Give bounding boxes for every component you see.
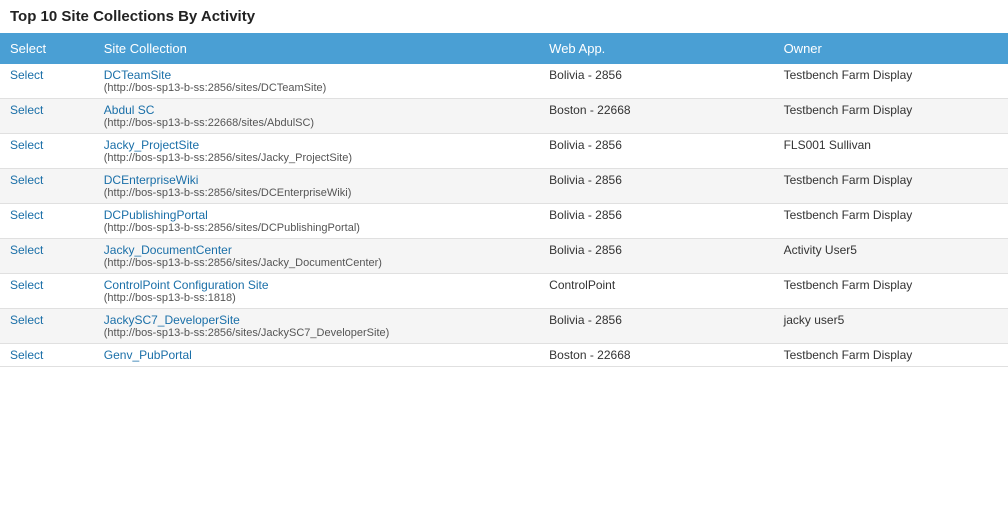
table-row: Select JackySC7_DeveloperSite(http://bos-…	[0, 309, 1008, 344]
webapp-cell: Bolivia - 2856	[539, 239, 773, 274]
select-link[interactable]: Select	[10, 138, 43, 152]
owner-cell: FLS001 Sullivan	[774, 134, 1008, 169]
owner-cell: Testbench Farm Display	[774, 99, 1008, 134]
col-owner: Owner	[774, 33, 1008, 64]
owner-cell: Activity User5	[774, 239, 1008, 274]
webapp-cell: Bolivia - 2856	[539, 309, 773, 344]
table-row: Select DCEnterpriseWiki(http://bos-sp13-b…	[0, 169, 1008, 204]
table-row: Select DCPublishingPortal(http://bos-sp13…	[0, 204, 1008, 239]
select-link[interactable]: Select	[10, 68, 43, 82]
webapp-cell: Bolivia - 2856	[539, 134, 773, 169]
select-link[interactable]: Select	[10, 208, 43, 222]
site-name-link[interactable]: DCTeamSite	[104, 68, 171, 82]
site-name-link[interactable]: Jacky_ProjectSite	[104, 138, 199, 152]
site-name-link[interactable]: Genv_PubPortal	[104, 348, 192, 362]
table-row: Select Abdul SC(http://bos-sp13-b-ss:2266…	[0, 99, 1008, 134]
site-name-link[interactable]: JackySC7_DeveloperSite	[104, 313, 240, 327]
table-row: Select Genv_PubPortal Boston - 22668Testbe…	[0, 344, 1008, 367]
site-url-link[interactable]: (http://bos-sp13-b-ss:22668/sites/AbdulS…	[104, 117, 314, 129]
select-link[interactable]: Select	[10, 313, 43, 327]
select-link[interactable]: Select	[10, 173, 43, 187]
table-row: Select Jacky_ProjectSite(http://bos-sp13-…	[0, 134, 1008, 169]
table-row: Select DCTeamSite(http://bos-sp13-b-ss:28…	[0, 64, 1008, 99]
owner-cell: Testbench Farm Display	[774, 204, 1008, 239]
select-link[interactable]: Select	[10, 278, 43, 292]
site-name-link[interactable]: ControlPoint Configuration Site	[104, 278, 269, 292]
webapp-cell: Bolivia - 2856	[539, 169, 773, 204]
col-webapp: Web App.	[539, 33, 773, 64]
select-link[interactable]: Select	[10, 348, 43, 362]
webapp-cell: Boston - 22668	[539, 99, 773, 134]
owner-cell: Testbench Farm Display	[774, 64, 1008, 99]
webapp-cell: Bolivia - 2856	[539, 64, 773, 99]
site-url-link[interactable]: (http://bos-sp13-b-ss:2856/sites/DCEnter…	[104, 187, 352, 199]
site-url-link[interactable]: (http://bos-sp13-b-ss:2856/sites/DCPubli…	[104, 222, 360, 234]
site-url-link[interactable]: (http://bos-sp13-b-ss:2856/sites/Jacky_P…	[104, 152, 352, 164]
col-select: Select	[0, 33, 94, 64]
site-name-link[interactable]: Abdul SC	[104, 103, 155, 117]
site-url-link[interactable]: (http://bos-sp13-b-ss:2856/sites/Jacky_D…	[104, 257, 382, 269]
table-row: Select Jacky_DocumentCenter(http://bos-sp…	[0, 239, 1008, 274]
owner-cell: Testbench Farm Display	[774, 344, 1008, 367]
webapp-cell: Boston - 22668	[539, 344, 773, 367]
select-link[interactable]: Select	[10, 103, 43, 117]
site-collections-table: Select Site Collection Web App. Owner Se…	[0, 33, 1008, 367]
site-name-link[interactable]: DCEnterpriseWiki	[104, 173, 199, 187]
owner-cell: Testbench Farm Display	[774, 169, 1008, 204]
site-name-link[interactable]: DCPublishingPortal	[104, 208, 208, 222]
owner-cell: Testbench Farm Display	[774, 274, 1008, 309]
site-url-link[interactable]: (http://bos-sp13-b-ss:2856/sites/DCTeamS…	[104, 82, 327, 94]
site-url-link[interactable]: (http://bos-sp13-b-ss:2856/sites/JackySC…	[104, 327, 390, 339]
webapp-cell: ControlPoint	[539, 274, 773, 309]
table-row: Select ControlPoint Configuration Site(ht…	[0, 274, 1008, 309]
select-link[interactable]: Select	[10, 243, 43, 257]
page-title: Top 10 Site Collections By Activity	[0, 0, 1008, 33]
col-site-collection: Site Collection	[94, 33, 539, 64]
owner-cell: jacky user5	[774, 309, 1008, 344]
site-name-link[interactable]: Jacky_DocumentCenter	[104, 243, 232, 257]
site-url-link[interactable]: (http://bos-sp13-b-ss:1818)	[104, 292, 236, 304]
webapp-cell: Bolivia - 2856	[539, 204, 773, 239]
